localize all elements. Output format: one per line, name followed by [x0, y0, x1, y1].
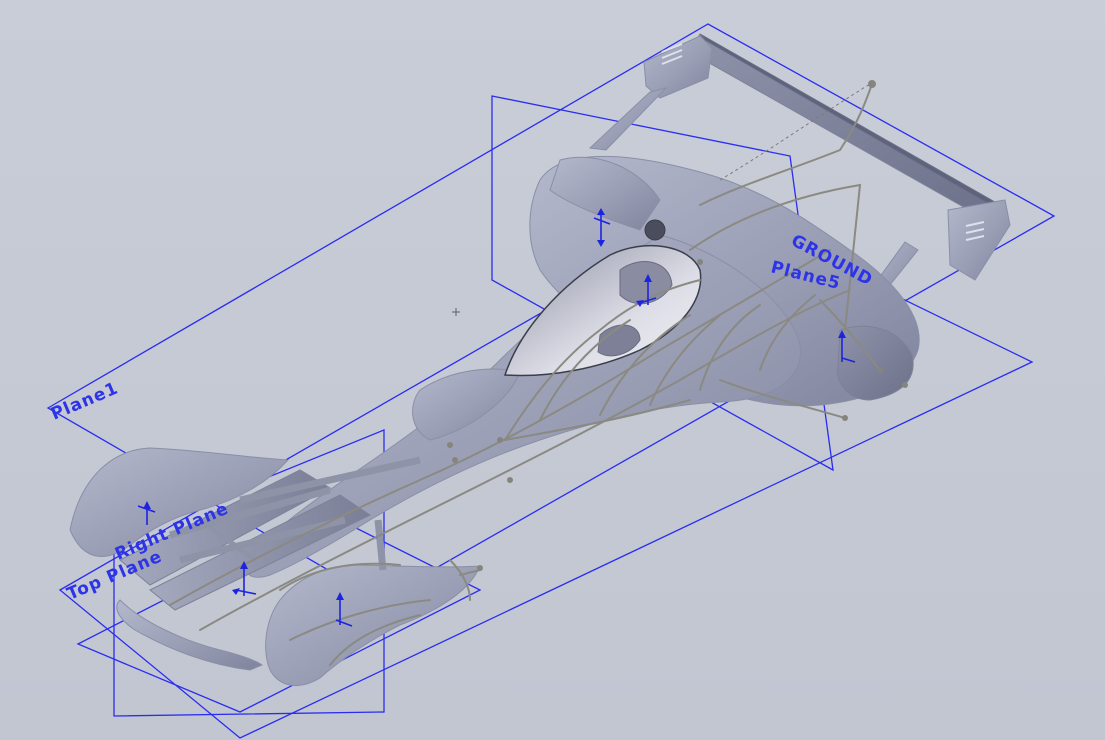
- plane1-label[interactable]: Plane1: [48, 378, 121, 424]
- origin-point: [452, 308, 460, 316]
- 3d-model-scene[interactable]: Plane1 Right Plane Top Plane GROUND Plan…: [0, 0, 1105, 740]
- graphics-viewport[interactable]: Plane1 Right Plane Top Plane GROUND Plan…: [0, 0, 1105, 740]
